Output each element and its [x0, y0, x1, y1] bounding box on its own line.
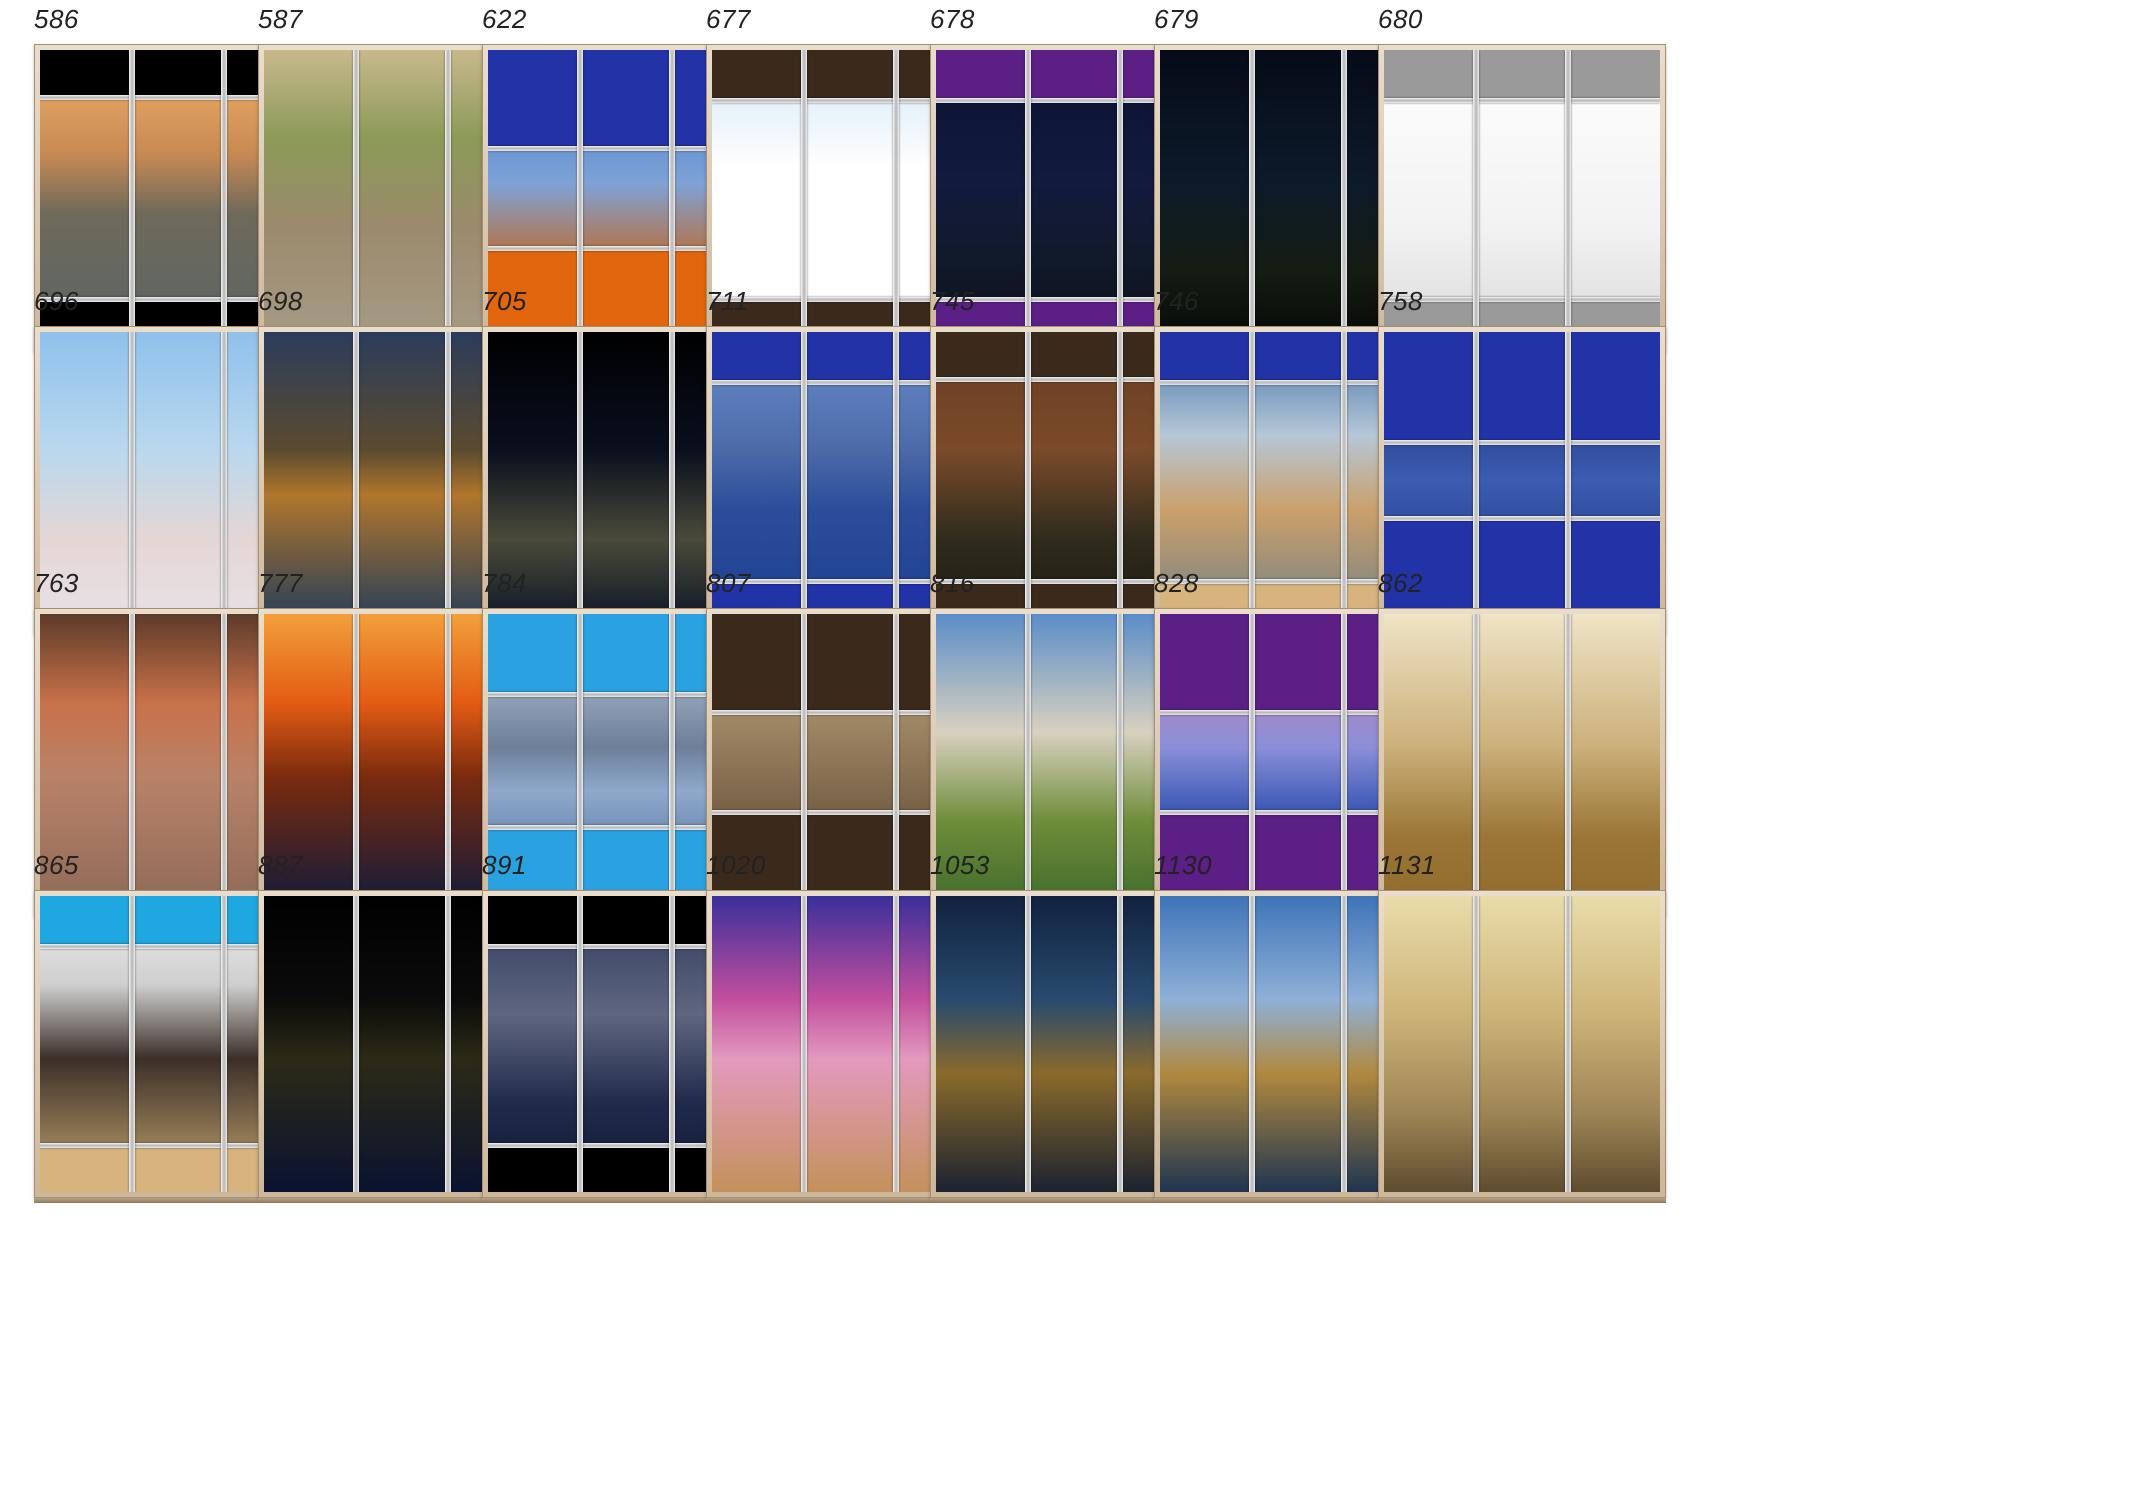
catalog-item-number: 586	[34, 4, 79, 34]
door-profile	[800, 896, 807, 1192]
door-profile	[1472, 896, 1479, 1192]
catalog-item-number: 777	[258, 568, 303, 598]
catalog-item-number: 1130	[1154, 850, 1212, 880]
horizontal-frame-rail	[1384, 98, 1660, 104]
catalog-item-number: 678	[930, 4, 975, 34]
door-profile	[668, 896, 675, 1192]
door-profile	[352, 896, 359, 1192]
color-panel	[1384, 332, 1660, 442]
catalog-item-number: 807	[706, 568, 751, 598]
door-profile	[1024, 896, 1031, 1192]
catalog-item-number: 679	[1154, 4, 1199, 34]
catalog-item-number: 745	[930, 286, 975, 316]
catalog-item-number: 784	[482, 568, 527, 598]
horizontal-frame-rail	[1384, 439, 1660, 445]
photo-print-paris-vintage	[1384, 896, 1660, 1192]
door-profile	[892, 896, 899, 1192]
catalog-item-number: 696	[34, 286, 79, 316]
door-profile	[128, 896, 135, 1192]
wardrobe-door-panels	[1384, 896, 1660, 1192]
catalog-item-number: 698	[258, 286, 303, 316]
door-profile	[1116, 896, 1123, 1192]
catalog-item-number: 711	[706, 286, 749, 316]
catalog-item-number: 887	[258, 850, 303, 880]
catalog-item-number: 865	[34, 850, 79, 880]
catalog-item-number: 1020	[706, 850, 766, 880]
catalog-item-number: 680	[1378, 4, 1423, 34]
door-profile	[1564, 896, 1571, 1192]
wardrobe-preview-image[interactable]	[1378, 890, 1666, 1203]
wardrobe-catalog-grid: 586 587 622 677 678 679 680 696 698 705 711 745 746 7…	[0, 0, 2137, 1501]
horizontal-frame-rail	[1384, 516, 1660, 522]
catalog-item-number: 828	[1154, 568, 1199, 598]
door-profile	[1340, 896, 1347, 1192]
door-profile	[444, 896, 451, 1192]
door-profile	[1248, 896, 1255, 1192]
catalog-item-number: 677	[706, 4, 751, 34]
catalog-item-number: 816	[930, 568, 975, 598]
catalog-item-number: 763	[34, 568, 79, 598]
catalog-item-number: 862	[1378, 568, 1423, 598]
door-profile	[220, 896, 227, 1192]
catalog-item-number: 1131	[1378, 850, 1436, 880]
catalog-item-number: 587	[258, 4, 303, 34]
catalog-item-number: 891	[482, 850, 527, 880]
catalog-item-number: 1053	[930, 850, 990, 880]
catalog-item-number: 746	[1154, 286, 1199, 316]
catalog-item-number: 622	[482, 4, 527, 34]
door-profile	[576, 896, 583, 1192]
catalog-item[interactable]: 1131	[1356, 846, 1666, 1226]
catalog-item-number: 758	[1378, 286, 1423, 316]
catalog-item-number: 705	[482, 286, 527, 316]
color-panel	[1384, 50, 1660, 101]
